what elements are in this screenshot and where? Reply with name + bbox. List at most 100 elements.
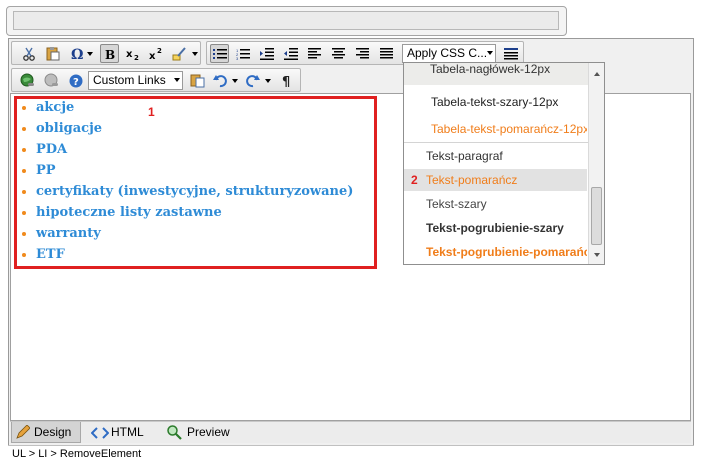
dropdown-divider bbox=[404, 142, 590, 143]
annotation-marker-2: 2 bbox=[411, 173, 418, 187]
globe-unlink-icon bbox=[44, 73, 58, 87]
globe-link-icon bbox=[20, 73, 34, 87]
superscript-icon: x2 bbox=[149, 47, 162, 61]
scissors-icon bbox=[22, 47, 35, 61]
custom-links-select-label: Custom Links bbox=[93, 73, 166, 87]
tab-label: Preview bbox=[187, 425, 230, 439]
editor-mode-tabs: Design HTML Preview bbox=[10, 421, 691, 443]
align-left-icon bbox=[308, 48, 321, 59]
numbered-list-button[interactable]: 123 bbox=[233, 44, 252, 63]
paragraph-format-button[interactable] bbox=[501, 44, 520, 63]
insert-toolbar: ? Custom Links ¶ bbox=[11, 68, 301, 92]
title-input[interactable] bbox=[13, 11, 559, 30]
option-label: Tekst-pomarańcz bbox=[426, 173, 518, 187]
paste-special-icon bbox=[190, 74, 205, 88]
indent-button[interactable] bbox=[257, 44, 276, 63]
numbered-list-icon: 123 bbox=[236, 48, 250, 60]
svg-text:x: x bbox=[149, 51, 156, 61]
show-formatting-button[interactable]: ¶ bbox=[278, 71, 297, 90]
dropdown-option-selected[interactable]: 2 Tekst-pomarańcz bbox=[404, 169, 587, 191]
align-center-icon bbox=[332, 48, 345, 59]
option-label: Tekst-paragraf bbox=[426, 149, 503, 163]
tab-preview[interactable]: Preview bbox=[165, 422, 230, 443]
option-label: Tabela-tekst-szary-12px bbox=[431, 95, 559, 109]
remove-link-button[interactable] bbox=[42, 71, 61, 90]
svg-text:2: 2 bbox=[157, 47, 162, 55]
paragraph-lines-icon bbox=[503, 47, 518, 59]
dropdown-option[interactable]: Tekst-szary bbox=[404, 193, 587, 215]
insert-link-button[interactable] bbox=[18, 71, 37, 90]
format-toolbar: Ω B x2 x2 bbox=[11, 41, 201, 65]
element-path: UL > LI > RemoveElement bbox=[12, 448, 142, 460]
chevron-down-icon[interactable] bbox=[86, 44, 94, 63]
scroll-up-arrow-icon bbox=[594, 72, 600, 76]
highlight-box bbox=[14, 96, 377, 269]
tab-design[interactable]: Design bbox=[11, 422, 81, 443]
subscript-button[interactable]: x2 bbox=[124, 44, 143, 63]
align-center-button[interactable] bbox=[329, 44, 348, 63]
indent-icon bbox=[259, 47, 274, 60]
redo-button[interactable] bbox=[243, 71, 262, 90]
svg-text:x: x bbox=[126, 49, 133, 60]
option-label: Tabela-tekst-pomarańcz-12px bbox=[431, 122, 587, 136]
option-label: Tekst-pogrubienie-szary bbox=[426, 221, 564, 235]
svg-text:B: B bbox=[105, 48, 115, 60]
magnifier-icon bbox=[167, 425, 182, 440]
align-left-button[interactable] bbox=[305, 44, 324, 63]
svg-text:?: ? bbox=[73, 77, 79, 88]
clear-format-button[interactable] bbox=[170, 44, 189, 63]
svg-text:Ω: Ω bbox=[71, 47, 83, 61]
option-label: Tabela-nagłówek-12px bbox=[430, 62, 551, 76]
chevron-down-icon[interactable] bbox=[231, 71, 239, 90]
custom-links-select[interactable]: Custom Links bbox=[88, 71, 183, 90]
dropdown-scrollbar[interactable] bbox=[588, 63, 604, 264]
undo-icon bbox=[212, 74, 227, 87]
paste-special-button[interactable] bbox=[188, 71, 207, 90]
bold-icon: B bbox=[105, 48, 115, 60]
chevron-down-icon bbox=[174, 78, 180, 82]
pencil-icon bbox=[16, 425, 30, 439]
insert-symbol-button[interactable]: Ω bbox=[67, 44, 86, 63]
justify-button[interactable] bbox=[377, 44, 396, 63]
scroll-down-arrow-icon bbox=[594, 253, 600, 257]
annotation-marker-1: 1 bbox=[148, 105, 155, 119]
chevron-down-icon[interactable] bbox=[264, 71, 272, 90]
clipboard-icon bbox=[46, 47, 60, 61]
dropdown-option[interactable]: Tabela-nagłówek-12px bbox=[404, 62, 587, 80]
chevron-down-icon bbox=[487, 51, 493, 55]
svg-text:3: 3 bbox=[236, 56, 239, 60]
option-label: Tekst-pogrubienie-pomarańcz bbox=[426, 245, 587, 259]
help-icon: ? bbox=[69, 74, 82, 88]
tab-html[interactable]: HTML bbox=[89, 422, 144, 443]
bullet-list-icon bbox=[212, 48, 227, 59]
element-path-statusbar: UL > LI > RemoveElement bbox=[8, 445, 694, 462]
css-class-dropdown: Tabela-nagłówek-12px Tabela-tekst-szary-… bbox=[403, 62, 605, 265]
svg-text:2: 2 bbox=[134, 54, 139, 61]
cut-button[interactable] bbox=[19, 44, 38, 63]
css-class-select[interactable]: Apply CSS C... bbox=[402, 44, 496, 63]
dropdown-option[interactable]: Tekst-pogrubienie-szary bbox=[404, 217, 587, 239]
tab-label: Design bbox=[34, 425, 72, 439]
dropdown-option[interactable]: Tabela-tekst-szary-12px bbox=[404, 91, 587, 113]
paste-button[interactable] bbox=[43, 44, 62, 63]
brush-icon bbox=[172, 47, 186, 61]
outdent-icon bbox=[283, 47, 298, 60]
align-right-icon bbox=[356, 48, 369, 59]
outdent-button[interactable] bbox=[281, 44, 300, 63]
help-button[interactable]: ? bbox=[66, 71, 85, 90]
dropdown-option[interactable]: Tekst-pogrubienie-pomarańcz bbox=[404, 241, 587, 263]
superscript-button[interactable]: x2 bbox=[147, 44, 166, 63]
pilcrow-icon: ¶ bbox=[282, 75, 290, 88]
undo-button[interactable] bbox=[210, 71, 229, 90]
bullet-list-button[interactable] bbox=[210, 44, 229, 63]
omega-icon: Ω bbox=[71, 47, 83, 61]
dropdown-option[interactable]: Tabela-tekst-pomarańcz-12px bbox=[404, 118, 587, 140]
subscript-icon: x2 bbox=[126, 49, 139, 61]
align-right-button[interactable] bbox=[353, 44, 372, 63]
bold-button[interactable]: B bbox=[100, 44, 119, 63]
title-field-wrapper bbox=[6, 6, 567, 36]
scroll-thumb[interactable] bbox=[591, 187, 602, 245]
option-label: Tekst-szary bbox=[426, 197, 487, 211]
chevron-down-icon[interactable] bbox=[191, 44, 199, 63]
dropdown-option[interactable]: Tekst-paragraf bbox=[404, 145, 587, 167]
